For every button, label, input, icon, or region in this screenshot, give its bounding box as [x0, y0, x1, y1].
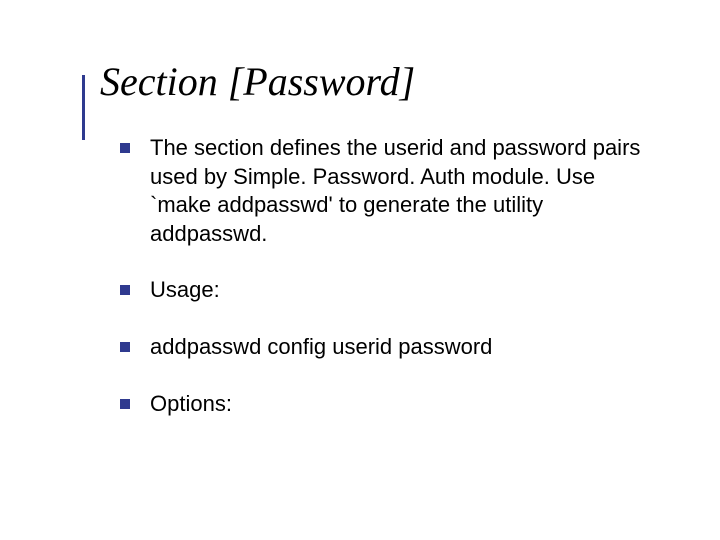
slide-title: Section [Password]	[100, 60, 670, 104]
list-item: Options:	[120, 390, 650, 419]
title-accent-bar	[82, 75, 85, 140]
square-bullet-icon	[120, 143, 130, 153]
list-item: addpasswd config userid password	[120, 333, 650, 362]
slide-body: The section defines the userid and passw…	[120, 134, 650, 418]
list-item: The section defines the userid and passw…	[120, 134, 650, 248]
square-bullet-icon	[120, 399, 130, 409]
square-bullet-icon	[120, 342, 130, 352]
bullet-text: addpasswd config userid password	[150, 333, 650, 362]
list-item: Usage:	[120, 276, 650, 305]
bullet-text: The section defines the userid and passw…	[150, 134, 650, 248]
slide: Section [Password] The section defines t…	[0, 0, 720, 540]
square-bullet-icon	[120, 285, 130, 295]
bullet-text: Usage:	[150, 276, 650, 305]
bullet-text: Options:	[150, 390, 650, 419]
